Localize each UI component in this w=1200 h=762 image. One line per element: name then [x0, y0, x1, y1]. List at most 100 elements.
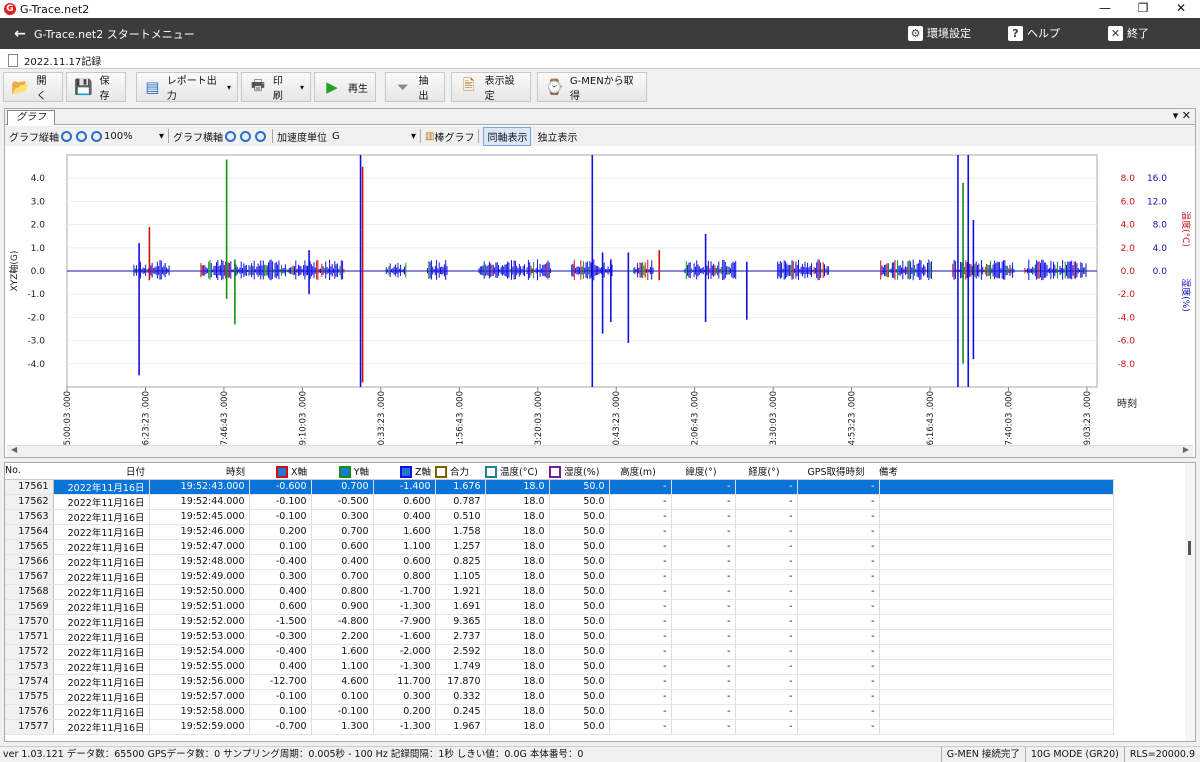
table-cell: - [735, 599, 798, 615]
play-button[interactable]: ▶ 再生 [314, 72, 376, 102]
scroll-left-icon[interactable]: ◀ [11, 445, 17, 454]
humidity-tick-label: 12.0 [1147, 197, 1167, 207]
close-window-button[interactable]: ✕ [1162, 0, 1200, 18]
scroll-thumb[interactable] [1188, 541, 1191, 555]
x-tick-label: 21:56:43 .000 [455, 391, 465, 445]
table-header-row: No. 日付 時刻 X軸 Y軸 Z軸 合力 温度(°C) 湿度(%) 高度(m) 緯度(°) 経度(°… [5, 463, 1113, 480]
table-row[interactable]: 17575 2022年11月16日 19:52:57.000 -0.100 0.100 0… [5, 689, 1114, 705]
series-checkbox[interactable] [549, 466, 561, 478]
column-header[interactable]: 高度(m) [609, 463, 671, 480]
independent-axis-button[interactable]: 独立表示 [537, 129, 577, 144]
report-button[interactable]: ▤ レポート出力 ▾ [136, 72, 238, 102]
column-header[interactable]: Y軸 [311, 463, 373, 480]
extract-button[interactable]: ⏷ 抽出 [385, 72, 445, 102]
chevron-down-icon[interactable]: ▾ [227, 83, 231, 92]
save-button[interactable]: 💾 保存 [66, 72, 126, 102]
floppy-icon: 💾 [74, 78, 94, 96]
table-cell: 50.0 [549, 554, 610, 570]
display-settings-button[interactable]: 🖹 表示設定 [451, 72, 531, 102]
series-checkbox[interactable] [275, 466, 288, 478]
table-cell: 0.400 [311, 554, 374, 570]
table-row[interactable]: 17568 2022年11月16日 19:52:50.000 0.400 0.800 -1… [5, 584, 1114, 600]
table-row[interactable]: 17567 2022年11月16日 19:52:49.000 0.300 0.700 0.… [5, 569, 1114, 585]
table-row[interactable]: 17573 2022年11月16日 19:52:55.000 0.400 1.100 -1… [5, 659, 1114, 675]
back-arrow-icon[interactable]: ← [12, 26, 28, 42]
table-row[interactable]: 17565 2022年11月16日 19:52:47.000 0.100 0.600 1.… [5, 539, 1114, 555]
table-row[interactable]: 17561 2022年11月16日 19:52:43.000 -0.600 0.700-… [5, 479, 1114, 495]
column-header[interactable]: 温度(°C) [485, 463, 549, 480]
table-row[interactable]: 17562 2022年11月16日 19:52:44.000 -0.100 -0.500… [5, 494, 1114, 510]
column-header[interactable]: X軸 [249, 463, 311, 480]
table-row[interactable]: 17572 2022年11月16日 19:52:54.000 -0.400 1.600-… [5, 644, 1114, 660]
table-row[interactable]: 17566 2022年11月16日 19:52:48.000 -0.400 0.400 0… [5, 554, 1114, 570]
table-row[interactable]: 17574 2022年11月16日 19:52:56.000 -12.700 4.600… [5, 674, 1114, 690]
panel-close-icon[interactable]: ✕ [1182, 109, 1191, 122]
table-row[interactable]: 17569 2022年11月16日 19:52:51.000 0.600 0.900 -1… [5, 599, 1114, 615]
table-row[interactable]: 17563 2022年11月16日 19:52:45.000 -0.100 0.300 0… [5, 509, 1114, 525]
pin-icon[interactable]: ▾ [1173, 109, 1179, 122]
table-row[interactable]: 17564 2022年11月16日 19:52:46.000 0.200 0.700 1.… [5, 524, 1114, 540]
chevron-down-icon[interactable]: ▾ [300, 83, 304, 92]
series-checkbox[interactable] [338, 466, 351, 478]
table-row[interactable]: 17577 2022年11月16日 19:52:59.000 -0.700 1.300-… [5, 719, 1114, 735]
table-cell: 19:52:50.000 [149, 584, 250, 600]
table-cell: - [609, 509, 672, 525]
table-cell: - [735, 494, 798, 510]
zoom-in-icon[interactable] [225, 130, 236, 142]
print-button[interactable]: 🖶 印刷 ▾ [241, 72, 311, 102]
tab-graph[interactable]: グラフ [7, 110, 55, 125]
same-axis-button[interactable]: 同軸表示 [483, 126, 532, 146]
chevron-down-icon: ▾ [158, 130, 164, 142]
column-header[interactable]: 備考 [879, 463, 1113, 480]
x-tick-label: 20:33:23 .000 [377, 391, 387, 445]
column-header[interactable]: 日付 [53, 463, 149, 480]
table-row[interactable]: 17570 2022年11月16日 19:52:52.000 -1.500 -4.800… [5, 614, 1114, 630]
zoom-out-icon[interactable] [76, 130, 87, 142]
table-cell: - [735, 479, 798, 495]
column-header[interactable]: 経度(°) [735, 463, 797, 480]
column-header[interactable]: 合力 [435, 463, 485, 480]
table-cell: - [671, 644, 736, 660]
table-row[interactable]: 17571 2022年11月16日 19:52:53.000 -0.300 2.200-… [5, 629, 1114, 645]
scroll-right-icon[interactable]: ▶ [1183, 445, 1189, 454]
zoom-reset-icon[interactable] [91, 130, 102, 142]
series-checkbox[interactable] [399, 466, 412, 478]
document-tab[interactable]: 2022.11.17記録 [8, 51, 101, 69]
series-checkbox[interactable] [485, 466, 497, 478]
bar-graph-button[interactable]: 棒グラフ [434, 129, 474, 144]
series-checkbox[interactable] [435, 466, 447, 478]
zoom-in-icon[interactable] [61, 130, 72, 142]
minimize-button[interactable]: — [1086, 0, 1124, 18]
table-cell: 2022年11月16日 [53, 674, 150, 690]
table-cell: 0.800 [373, 569, 436, 585]
column-header[interactable]: 緯度(°) [671, 463, 735, 480]
table-cell [879, 479, 1114, 495]
column-header[interactable]: GPS取得時刻 [797, 463, 879, 480]
settings-button[interactable]: ⚙ 環境設定 [908, 25, 971, 41]
gmen-fetch-button[interactable]: ⌚ G-MENから取得 [537, 72, 647, 102]
restore-button[interactable]: ❐ [1124, 0, 1162, 18]
column-header[interactable]: No. [5, 463, 53, 480]
open-button[interactable]: 📂 開く [3, 72, 63, 102]
column-header[interactable]: 湿度(%) [549, 463, 609, 480]
x-tick-label: 03:30:03 .000 [769, 391, 779, 445]
table-row[interactable]: 17576 2022年11月16日 19:52:58.000 0.100 -0.100 0… [5, 704, 1114, 720]
accel-unit-select[interactable]: G ▾ [332, 131, 416, 142]
table-cell: - [735, 689, 798, 705]
temp-axis-title: 温度(°C) [1180, 211, 1192, 247]
chart-horizontal-scrollbar[interactable]: ◀ ▶ [7, 445, 1193, 457]
column-header[interactable]: Z軸 [373, 463, 435, 480]
zoom-select[interactable]: 100% ▾ [104, 131, 164, 142]
zoom-reset-icon[interactable] [255, 130, 266, 142]
zoom-out-icon[interactable] [240, 130, 251, 142]
status-bar: ver 1.03.121 データ数：65500 GPSデータ数：0 サンプリング… [0, 746, 1200, 762]
start-menu-title[interactable]: G-Trace.net2 スタートメニュー [34, 26, 195, 42]
help-button[interactable]: ? ヘルプ [1008, 25, 1060, 41]
play-icon: ▶ [326, 78, 338, 96]
column-header[interactable]: 時刻 [149, 463, 249, 480]
acceleration-chart[interactable]: 4.0 3.0 2.0 1.0 0.0 -1.0 -2.0 -3.0 -4.0 XYZ軸(G) 8.… [7, 147, 1193, 492]
table-vertical-scrollbar[interactable] [1185, 463, 1195, 741]
exit-button[interactable]: ✕ 終了 [1108, 25, 1149, 41]
app-logo-icon: G [4, 3, 16, 15]
table-cell: 17570 [5, 614, 54, 630]
